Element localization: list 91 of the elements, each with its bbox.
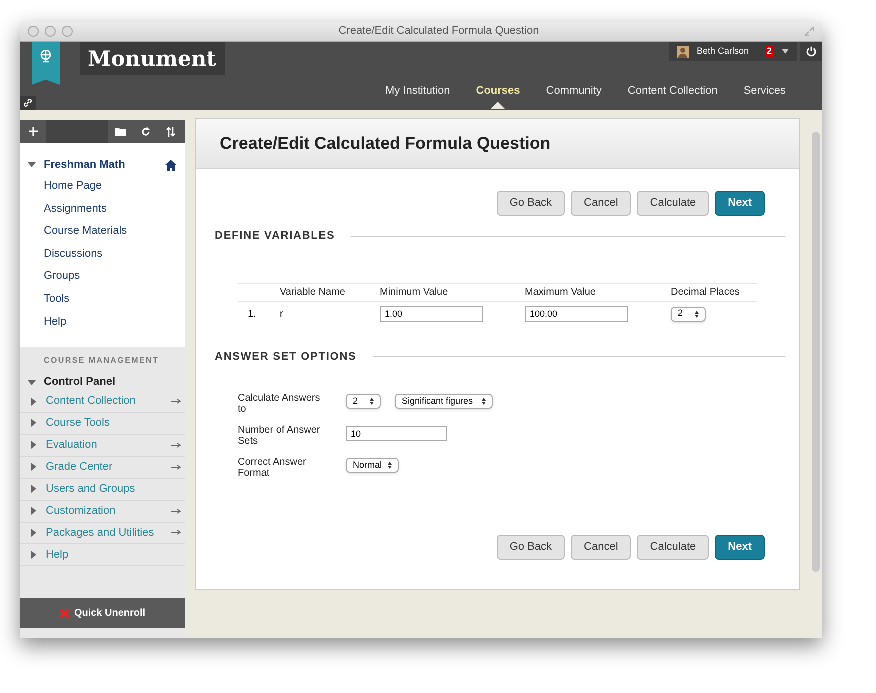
column-header: Variable Name <box>280 286 346 300</box>
column-header: Minimum Value <box>380 286 450 300</box>
control-panel-link[interactable]: Content Collection <box>46 393 163 410</box>
control-panel-link[interactable]: Packages and Utilities <box>46 524 163 542</box>
dropdown[interactable]: Normal <box>346 458 400 473</box>
column-header: Decimal Places <box>671 286 741 300</box>
control-panel-title[interactable]: Control Panel <box>44 374 116 391</box>
nav-tab[interactable]: Courses <box>476 83 520 100</box>
course-menu-link[interactable]: Home Page <box>44 178 102 195</box>
sort-icon[interactable] <box>166 126 176 136</box>
course-menu-link[interactable]: Assignments <box>44 200 107 218</box>
expand-icon <box>30 419 38 428</box>
home-icon[interactable] <box>165 160 177 170</box>
toolbar-panel <box>46 120 108 143</box>
power-button[interactable] <box>800 42 822 61</box>
course-menu-link[interactable]: Discussions <box>44 246 103 262</box>
nav-tab[interactable]: Content Collection <box>628 83 718 100</box>
field-label: Calculate Answers to <box>238 393 322 415</box>
action-button[interactable]: Calculate <box>637 535 710 560</box>
control-panel-link[interactable]: Help <box>46 546 181 564</box>
arrow-icon[interactable] <box>171 442 181 448</box>
expand-icon <box>30 485 38 494</box>
control-panel-link[interactable]: Evaluation <box>46 437 163 454</box>
folder-icon[interactable] <box>115 127 126 136</box>
add-icon[interactable] <box>28 127 38 136</box>
collapse-icon <box>28 161 36 169</box>
link-icon <box>24 99 32 107</box>
expand-icon <box>30 550 38 559</box>
control-panel-link[interactable]: Grade Center <box>46 459 163 476</box>
expand-icon <box>30 507 38 516</box>
nav-tab[interactable]: My Institution <box>385 83 450 100</box>
course-title[interactable]: Freshman Math <box>44 156 157 174</box>
link-button[interactable] <box>20 96 36 110</box>
nav-tab[interactable]: Services <box>744 83 786 100</box>
course-menu-link[interactable]: Course Materials <box>44 223 128 240</box>
expand-icon <box>30 528 38 537</box>
action-button[interactable]: Go Back <box>496 191 566 216</box>
dropdown-arrows-icon <box>370 398 374 405</box>
caret-icon <box>782 49 789 54</box>
arrow-icon[interactable] <box>171 530 181 536</box>
dropdown-arrows-icon <box>695 310 699 318</box>
scrollbar[interactable] <box>812 132 820 572</box>
dropdown[interactable]: 2 <box>671 306 706 322</box>
dropdown[interactable]: Significant figures <box>395 394 493 409</box>
field-label: Number of Answer Sets <box>238 425 322 447</box>
expand-icon <box>30 441 38 450</box>
power-icon <box>806 46 816 57</box>
dropdown-arrows-icon <box>388 462 392 469</box>
row-number: 1. <box>247 308 258 322</box>
window-title: Create/Edit Calculated Formula Question <box>338 24 540 40</box>
action-button[interactable]: Go Back <box>496 535 566 560</box>
course-menu-link[interactable]: Groups <box>44 268 80 285</box>
action-button[interactable]: Calculate <box>637 191 710 216</box>
course-menu-link[interactable]: Help <box>44 314 67 330</box>
selected-pointer-icon <box>491 102 506 109</box>
course-menu-link[interactable]: Tools <box>44 291 70 308</box>
expand-icon <box>30 463 38 472</box>
expand-icon <box>30 398 38 406</box>
answer-sets-field[interactable]: 10 <box>346 426 447 441</box>
arrow-icon[interactable] <box>171 464 181 470</box>
dropdown-arrows-icon <box>482 398 486 405</box>
user-menu[interactable]: Beth Carlson 2 <box>668 42 797 61</box>
variable-name: r <box>280 308 284 322</box>
globe-icon <box>40 50 52 64</box>
control-panel-link[interactable]: Users and Groups <box>46 480 181 498</box>
page-title: Create/Edit Calculated Formula Question <box>220 132 551 155</box>
brand-name: Monument <box>88 48 216 69</box>
user-name: Beth Carlson <box>696 44 749 58</box>
refresh-icon[interactable] <box>140 126 150 136</box>
section-heading: ANSWER SET OPTIONS <box>215 350 357 364</box>
action-button[interactable]: Cancel <box>571 191 632 216</box>
minimum-value-field[interactable]: 1.00 <box>380 306 483 322</box>
avatar-icon <box>676 46 689 58</box>
nav-tab[interactable]: Community <box>546 83 602 100</box>
column-header: Maximum Value <box>525 286 597 300</box>
control-panel-link[interactable]: Customization <box>46 502 163 520</box>
quick-unenroll-button[interactable]: Quick Unenroll <box>20 598 185 628</box>
notification-count: 2 <box>764 44 774 58</box>
maximum-value-field[interactable]: 100.00 <box>525 306 628 322</box>
dropdown[interactable]: 2 <box>346 394 381 409</box>
collapse-icon <box>28 378 36 387</box>
next-button[interactable]: Next <box>715 535 765 560</box>
field-label: Correct Answer Format <box>238 457 308 479</box>
close-icon <box>59 608 70 618</box>
arrow-icon[interactable] <box>171 399 181 404</box>
management-heading: COURSE MANAGEMENT <box>43 355 160 368</box>
action-button[interactable]: Cancel <box>571 535 632 560</box>
arrow-icon[interactable] <box>171 508 181 514</box>
next-button[interactable]: Next <box>715 191 765 216</box>
control-panel-link[interactable]: Course Tools <box>46 415 181 432</box>
section-heading: DEFINE VARIABLES <box>215 229 336 244</box>
